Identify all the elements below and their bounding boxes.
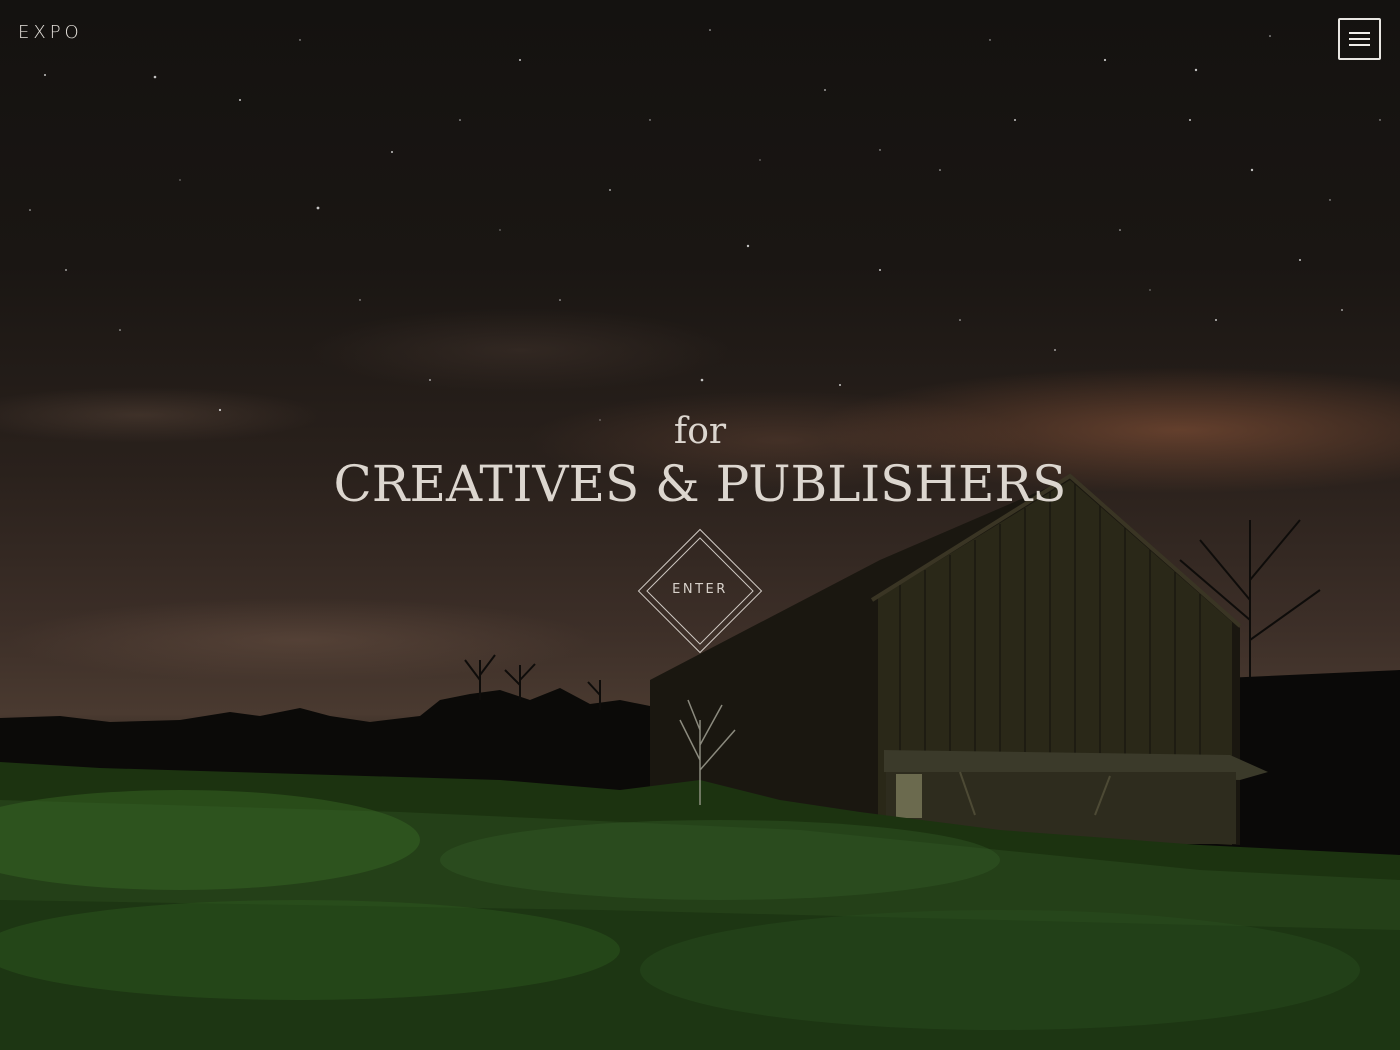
hero-section: EXPO for CREATIVES & PUBLISHERS ENTER [0,0,1400,1050]
tagline-big: CREATIVES & PUBLISHERS [333,455,1067,513]
enter-button[interactable]: ENTER [637,528,763,654]
menu-bar [1349,32,1370,34]
menu-bar [1349,38,1370,40]
landscape-scene [0,473,1400,1050]
hero-tagline: for CREATIVES & PUBLISHERS [0,410,1400,514]
enter-label: ENTER [672,582,728,597]
tagline-small: for [673,411,727,452]
hamburger-menu-icon[interactable] [1338,18,1381,60]
menu-bar [1349,44,1370,46]
brand-logo[interactable]: EXPO [18,22,83,43]
